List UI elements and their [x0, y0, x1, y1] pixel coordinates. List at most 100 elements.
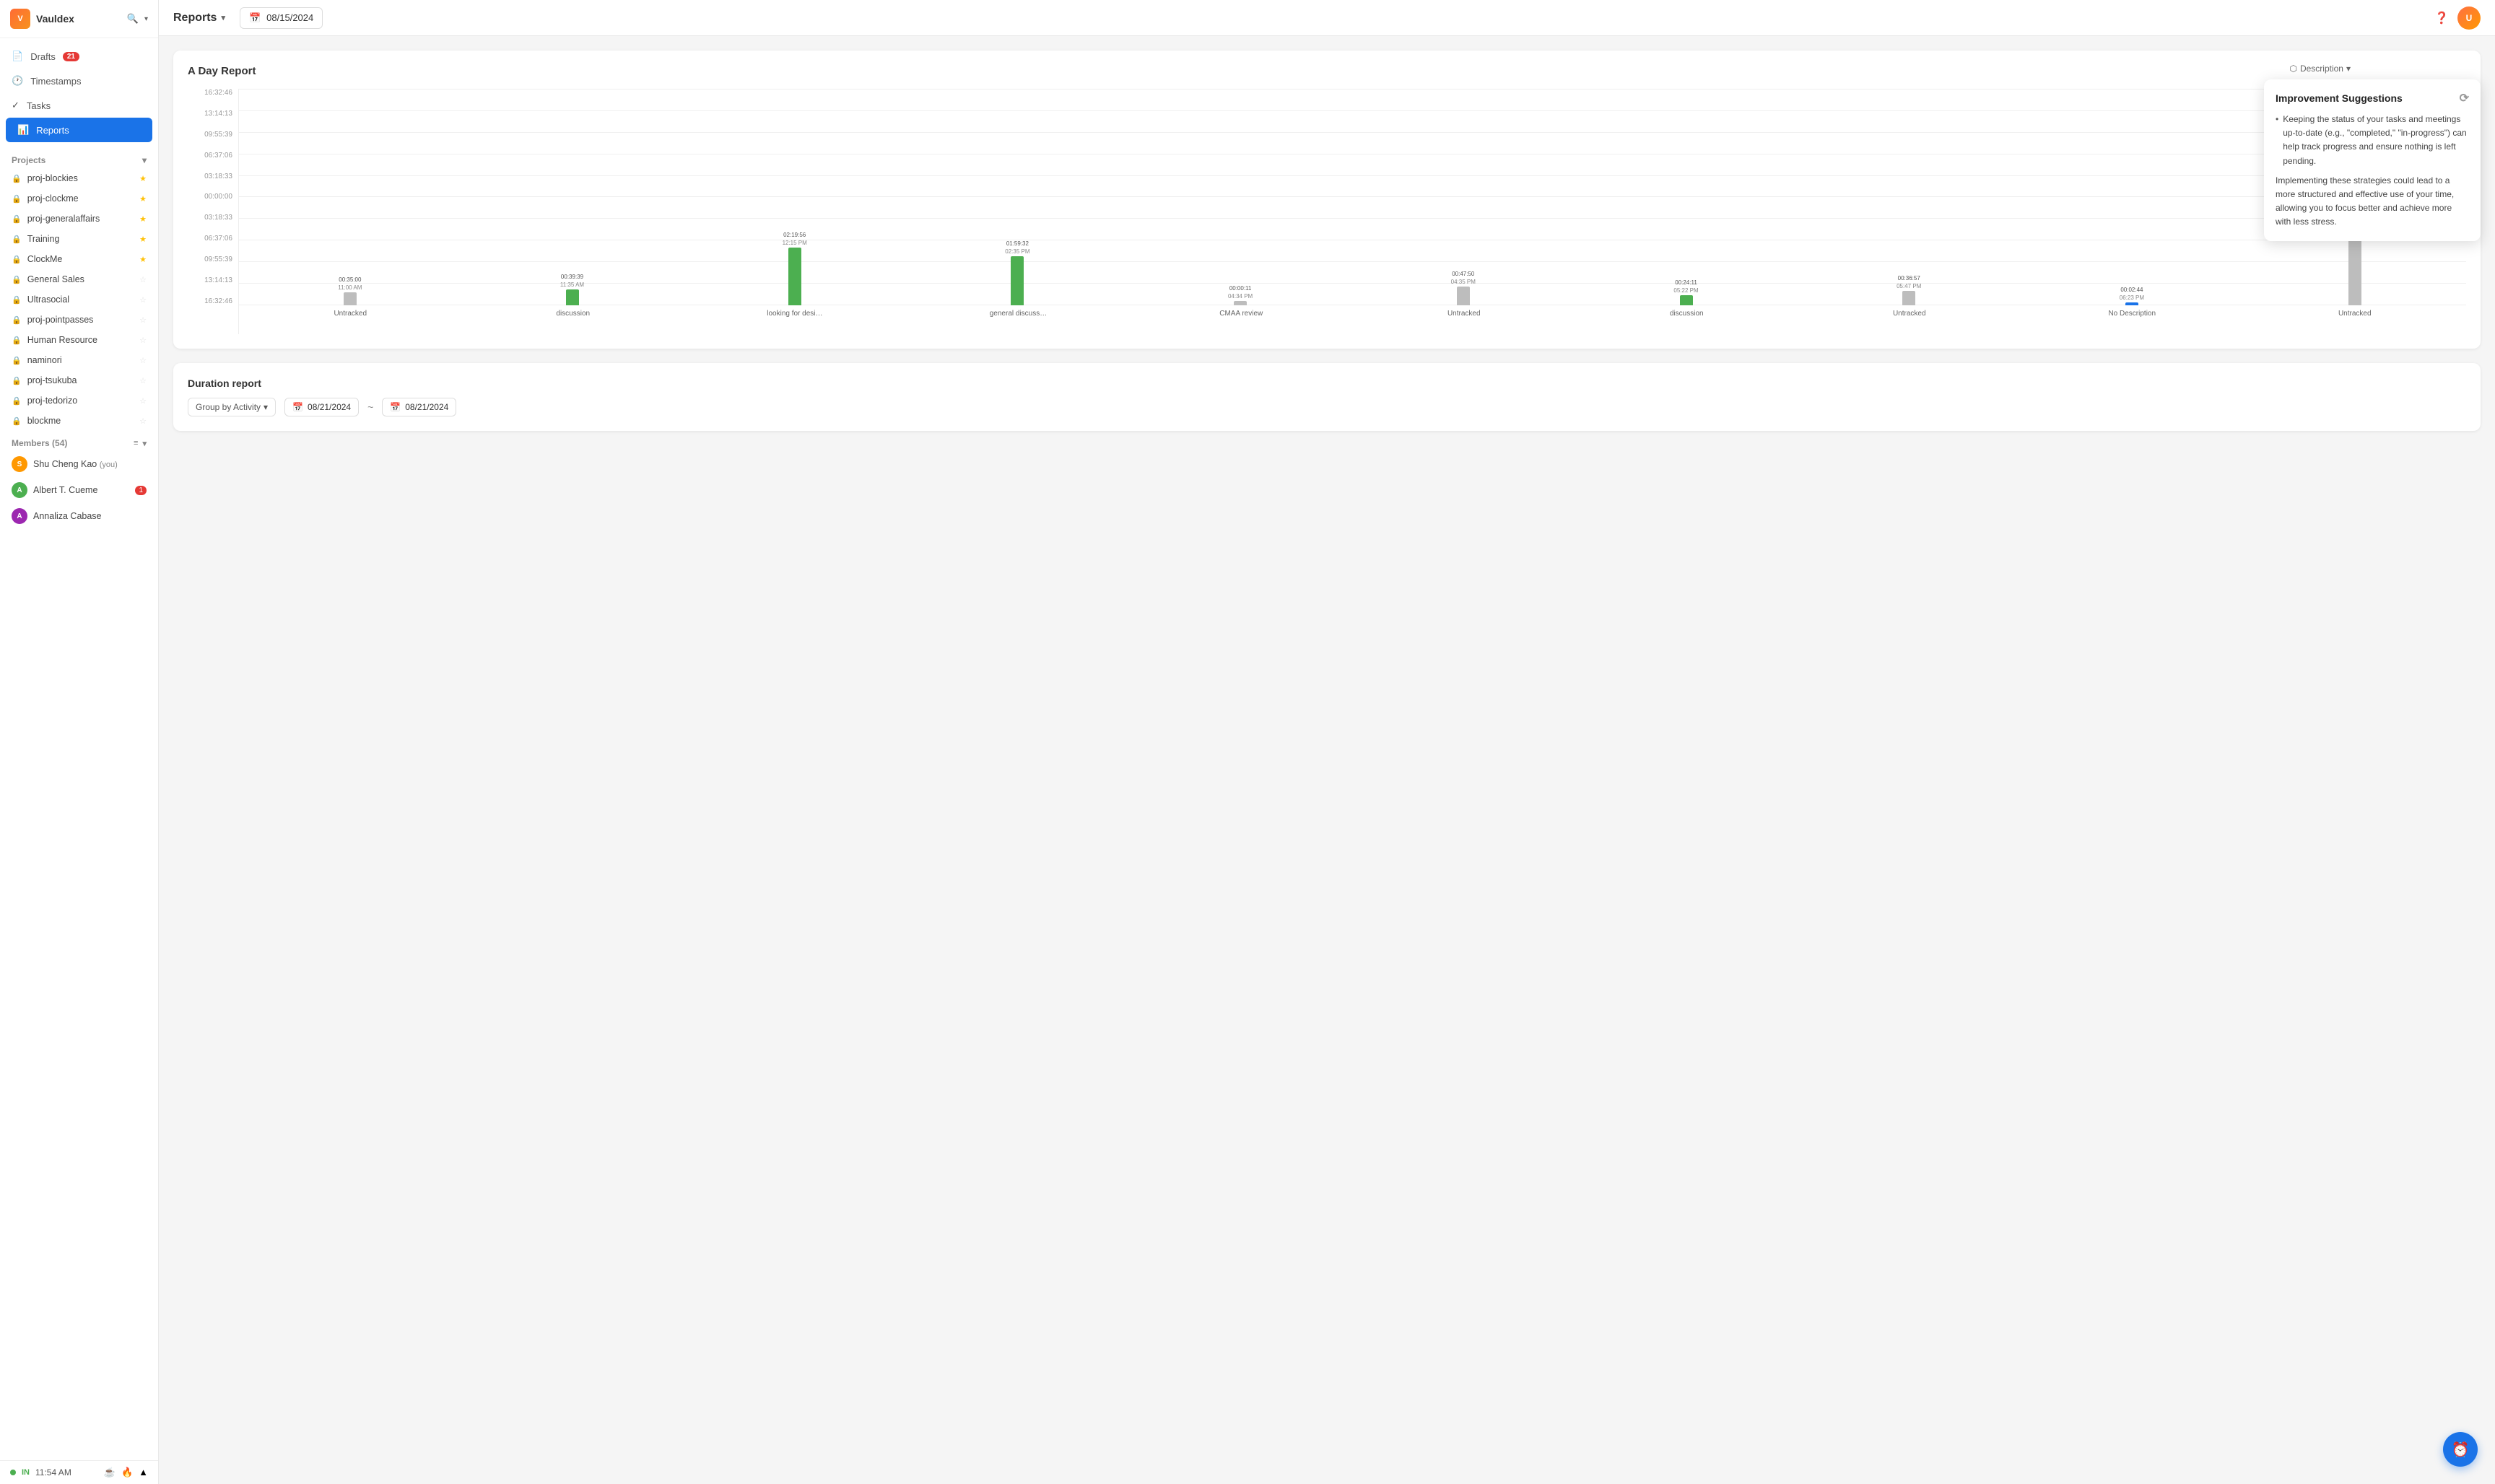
- member-avatar: A: [12, 508, 27, 524]
- bar-duration-label: 00:02:44: [2120, 287, 2143, 293]
- bar-duration-label: 00:39:39: [561, 274, 583, 280]
- lock-icon: 🔒: [12, 214, 22, 224]
- star-icon[interactable]: ☆: [139, 416, 147, 426]
- sidebar-project-clockme[interactable]: 🔒 ClockMe ★: [0, 249, 158, 269]
- lock-icon: 🔒: [12, 315, 22, 325]
- lock-icon: 🔒: [12, 356, 22, 365]
- sidebar-project-proj-tsukuba[interactable]: 🔒 proj-tsukuba ☆: [0, 370, 158, 390]
- bar-time-label: 05:47 PM: [1897, 283, 1921, 289]
- star-icon[interactable]: ★: [139, 194, 147, 204]
- members-section-header: Members (54) ≡ ▾: [0, 431, 158, 451]
- bar-group-1: 00:35:00 11:00 AM: [338, 276, 362, 305]
- flame-icon[interactable]: 🔥: [121, 1467, 133, 1478]
- footer-chevron-up-icon[interactable]: ▲: [139, 1467, 148, 1478]
- group-by-chevron-icon: ▾: [264, 402, 268, 412]
- bar-duration-label: 02:19:56: [783, 232, 806, 238]
- sidebar-item-tasks[interactable]: ✓ Tasks: [0, 93, 158, 118]
- lock-icon: 🔒: [12, 194, 22, 204]
- title-dropdown-icon[interactable]: ▾: [221, 13, 225, 22]
- sidebar-project-proj-tedorizo[interactable]: 🔒 proj-tedorizo ☆: [0, 390, 158, 411]
- star-icon[interactable]: ★: [139, 255, 147, 264]
- sidebar-item-timestamps[interactable]: 🕐 Timestamps: [0, 69, 158, 93]
- user-avatar[interactable]: U: [2457, 6, 2481, 30]
- sidebar-project-blockme[interactable]: 🔒 blockme ☆: [0, 411, 158, 431]
- x-label-4: general discussion: [990, 310, 1048, 334]
- lock-icon: 🔒: [12, 275, 22, 284]
- members-chevron-icon[interactable]: ▾: [142, 439, 147, 448]
- improvement-bullet-1: Keeping the status of your tasks and mee…: [2276, 113, 2469, 168]
- topbar-date-picker[interactable]: 📅 08/15/2024: [240, 7, 323, 29]
- bar-time-label: 02:35 PM: [1005, 248, 1029, 255]
- filter-icon[interactable]: ≡: [134, 439, 138, 448]
- lock-icon: 🔒: [12, 376, 22, 385]
- chart-bars-area: 00:35:00 11:00 AM 00:39:39 11:35 AM 02:1…: [238, 89, 2466, 334]
- date-to-picker[interactable]: 📅 08/21/2024: [382, 398, 456, 416]
- group-by-button[interactable]: Group by Activity ▾: [188, 398, 276, 416]
- search-icon[interactable]: 🔍: [127, 13, 139, 25]
- bar-rect-3: [788, 248, 801, 305]
- bar-rect-1: [344, 292, 357, 305]
- bars-row: 00:35:00 11:00 AM 00:39:39 11:35 AM 02:1…: [239, 89, 2466, 305]
- sidebar-project-general-sales[interactable]: 🔒 General Sales ☆: [0, 269, 158, 289]
- sidebar-item-drafts[interactable]: 📄 Drafts 21: [0, 44, 158, 69]
- coffee-icon[interactable]: ☕: [104, 1467, 116, 1478]
- main-area: Reports ▾ 📅 08/15/2024 ❓ U A Day Report …: [159, 0, 2495, 1484]
- lock-icon: 🔒: [12, 174, 22, 183]
- help-icon[interactable]: ❓: [2434, 11, 2449, 25]
- sidebar-project-naminori[interactable]: 🔒 naminori ☆: [0, 350, 158, 370]
- project-label: Ultrasocial: [27, 294, 134, 305]
- fab-button[interactable]: ⏰: [2443, 1432, 2478, 1467]
- star-icon[interactable]: ☆: [139, 315, 147, 325]
- star-icon[interactable]: ☆: [139, 295, 147, 305]
- x-labels-row: Untrackeddiscussionlooking for designerg…: [239, 305, 2466, 334]
- bar-time-label: 06:23 PM: [2120, 294, 2144, 301]
- sidebar-project-proj-pointpasses[interactable]: 🔒 proj-pointpasses ☆: [0, 310, 158, 330]
- sidebar-item-reports[interactable]: 📊 Reports: [6, 118, 152, 142]
- sidebar-project-ultrasocial[interactable]: 🔒 Ultrasocial ☆: [0, 289, 158, 310]
- sidebar-project-training[interactable]: 🔒 Training ★: [0, 229, 158, 249]
- star-icon[interactable]: ☆: [139, 376, 147, 385]
- y-label-8: 09:55:39: [188, 256, 238, 263]
- star-icon[interactable]: ★: [139, 214, 147, 224]
- sidebar-header: V Vauldex 🔍 ▾: [0, 0, 158, 38]
- y-label-9: 13:14:13: [188, 276, 238, 284]
- y-label-2: 09:55:39: [188, 131, 238, 139]
- star-icon[interactable]: ☆: [139, 356, 147, 365]
- duration-report-title: Duration report: [188, 377, 2466, 389]
- sidebar-project-proj-clockme[interactable]: 🔒 proj-clockme ★: [0, 188, 158, 209]
- date-from-picker[interactable]: 📅 08/21/2024: [284, 398, 359, 416]
- y-label-6: 03:18:33: [188, 214, 238, 222]
- y-label-3: 06:37:06: [188, 152, 238, 160]
- x-label-1: Untracked: [321, 310, 379, 334]
- members-list: S Shu Cheng Kao (you) A Albert T. Cueme …: [0, 451, 158, 529]
- sidebar-project-human-resource[interactable]: 🔒 Human Resource ☆: [0, 330, 158, 350]
- star-icon[interactable]: ★: [139, 235, 147, 244]
- bar-duration-label: 01:59:32: [1006, 240, 1029, 247]
- star-icon[interactable]: ★: [139, 174, 147, 183]
- sidebar-project-proj-generalaffairs[interactable]: 🔒 proj-generalaffairs ★: [0, 209, 158, 229]
- member-name: Albert T. Cueme: [33, 485, 97, 495]
- drafts-icon: 📄: [12, 51, 23, 62]
- member-item-annaliza-cabase[interactable]: A Annaliza Cabase: [0, 503, 158, 529]
- member-item-shu-cheng-kao[interactable]: S Shu Cheng Kao (you): [0, 451, 158, 477]
- footer-time: 11:54 AM: [35, 1467, 71, 1478]
- sidebar-project-proj-blockies[interactable]: 🔒 proj-blockies ★: [0, 168, 158, 188]
- star-icon[interactable]: ☆: [139, 336, 147, 345]
- improvement-close-button[interactable]: ⟳: [2460, 91, 2469, 105]
- bar-time-label: 12:15 PM: [783, 240, 807, 246]
- x-label-9: No Description: [2103, 310, 2161, 334]
- app-chevron-icon[interactable]: ▾: [144, 15, 148, 23]
- bar-group-4: 01:59:32 02:35 PM: [1005, 240, 1029, 305]
- sidebar-footer: IN 11:54 AM ☕ 🔥 ▲: [0, 1460, 158, 1484]
- star-icon[interactable]: ☆: [139, 396, 147, 406]
- projects-chevron-icon[interactable]: ▾: [142, 155, 147, 165]
- star-icon[interactable]: ☆: [139, 275, 147, 284]
- calendar-from-icon: 📅: [292, 402, 303, 412]
- y-label-1: 13:14:13: [188, 110, 238, 118]
- bar-duration-label: 00:00:11: [1229, 285, 1252, 292]
- description-button[interactable]: ⬡ Description ▾: [2289, 64, 2351, 74]
- y-label-4: 03:18:33: [188, 173, 238, 180]
- project-label: proj-pointpasses: [27, 315, 134, 325]
- x-label-2: discussion: [544, 310, 602, 334]
- member-item-albert-cueme[interactable]: A Albert T. Cueme 1: [0, 477, 158, 503]
